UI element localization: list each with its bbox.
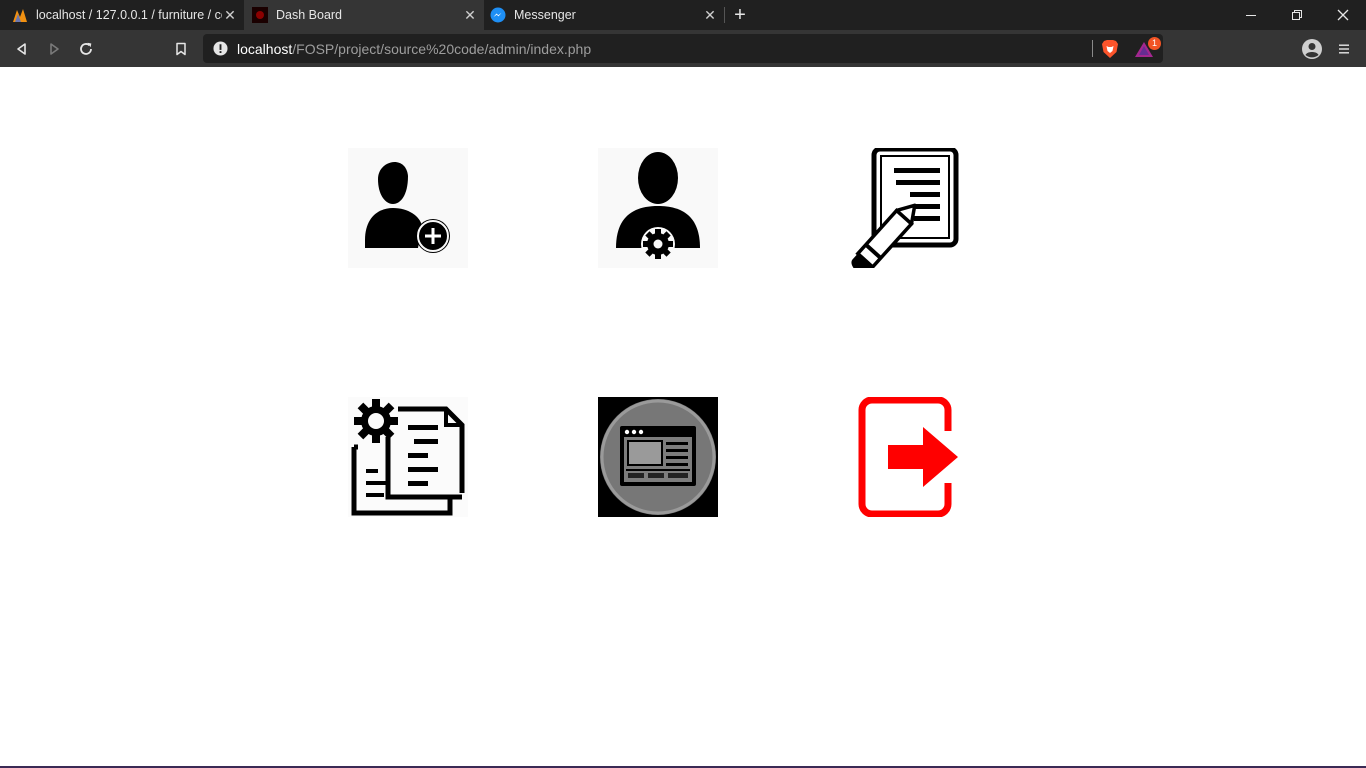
add-user-link[interactable]	[348, 148, 468, 268]
url-text[interactable]: localhost/FOSP/project/source%20code/adm…	[237, 41, 591, 57]
tab-phpmyadmin[interactable]: localhost / 127.0.0.1 / furniture / co ✕	[8, 0, 242, 30]
add-user-icon	[348, 148, 468, 268]
reload-button[interactable]	[75, 38, 97, 60]
document-edit-icon	[851, 148, 959, 268]
notification-badge: 1	[1148, 37, 1161, 50]
document-settings-link[interactable]	[348, 397, 468, 517]
tab-close-icon[interactable]: ✕	[702, 7, 718, 23]
restore-icon	[1292, 10, 1302, 20]
hamburger-menu-icon	[1339, 44, 1349, 54]
restore-button[interactable]	[1274, 0, 1320, 30]
tab-close-icon[interactable]: ✕	[462, 7, 478, 23]
tab-dashboard[interactable]: Dash Board ✕	[244, 0, 484, 30]
manage-users-link[interactable]	[598, 148, 718, 268]
back-button[interactable]	[11, 38, 33, 60]
web-page-icon	[598, 397, 718, 517]
info-icon[interactable]	[213, 41, 228, 56]
tab-title: Messenger	[514, 8, 576, 22]
tab-close-icon[interactable]: ✕	[222, 7, 238, 23]
messenger-favicon-icon	[490, 7, 506, 23]
document-settings-icon	[348, 397, 468, 517]
minimize-icon	[1246, 15, 1256, 16]
gear-icon	[354, 399, 398, 443]
minimize-button[interactable]	[1228, 0, 1274, 30]
tab-divider	[724, 7, 725, 23]
gear-icon	[643, 229, 673, 259]
profile-avatar-icon	[1302, 39, 1322, 59]
bookmark-icon	[176, 42, 186, 56]
dashboard-favicon-icon	[252, 7, 268, 23]
tab-title: Dash Board	[276, 8, 343, 22]
omnibox-divider	[1092, 40, 1093, 57]
url-path: /FOSP/project/source%20code/admin/index.…	[292, 41, 592, 57]
tab-messenger[interactable]: Messenger ✕	[486, 0, 722, 30]
forward-arrow-icon	[50, 43, 59, 55]
edit-documents-link[interactable]	[848, 148, 968, 268]
logout-icon	[858, 397, 958, 517]
forward-button[interactable]	[43, 38, 65, 60]
new-tab-button[interactable]: +	[730, 5, 750, 25]
brave-lion-icon[interactable]	[1101, 39, 1119, 59]
reload-icon	[80, 42, 92, 55]
website-view-link[interactable]	[598, 397, 718, 517]
pencil-icon	[851, 203, 917, 268]
logout-link[interactable]	[848, 397, 968, 517]
back-arrow-icon	[17, 43, 26, 55]
url-host: localhost	[237, 41, 293, 57]
tab-title: localhost / 127.0.0.1 / furniture / co	[36, 8, 222, 22]
close-icon	[1337, 9, 1349, 21]
menu-button[interactable]	[1333, 38, 1355, 60]
profile-button[interactable]	[1301, 38, 1323, 60]
close-window-button[interactable]	[1320, 0, 1366, 30]
bookmark-button[interactable]	[170, 38, 192, 60]
user-settings-icon	[598, 148, 718, 268]
dashboard-page	[0, 67, 1366, 766]
tab-strip: localhost / 127.0.0.1 / furniture / co ✕…	[0, 0, 1366, 30]
phpmyadmin-favicon-icon	[13, 9, 27, 22]
address-bar[interactable]: localhost/FOSP/project/source%20code/adm…	[203, 34, 1163, 63]
browser-toolbar: localhost/FOSP/project/source%20code/adm…	[0, 30, 1366, 67]
